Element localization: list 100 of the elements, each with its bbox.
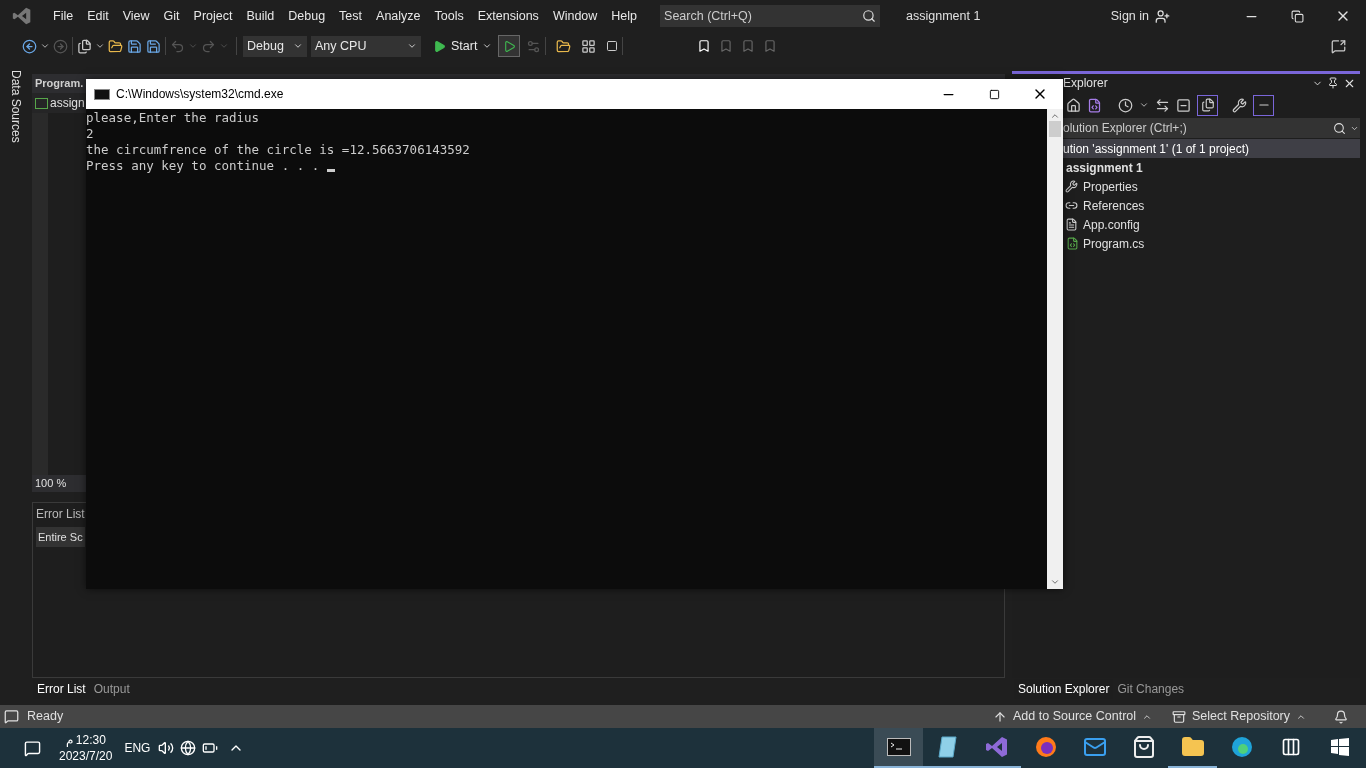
scope-dropdown[interactable]: Entire Sc — [36, 527, 85, 547]
edge-icon — [1229, 735, 1254, 759]
clock-date: 2023/7/20 — [59, 748, 113, 764]
source-control-button[interactable]: Add to Source Control — [993, 707, 1153, 726]
menu-item[interactable]: Edit — [80, 6, 116, 26]
account-icon — [1155, 8, 1170, 24]
notification-icon — [4, 709, 19, 724]
bell-icon[interactable] — [1334, 709, 1348, 724]
task-view-icon — [1280, 737, 1301, 757]
console-line: 2 — [86, 126, 94, 142]
solution-name: assignment 1 — [906, 7, 981, 25]
console-icon — [94, 88, 110, 100]
panel-tab[interactable]: Output — [89, 679, 134, 699]
battery-icon[interactable] — [202, 740, 219, 756]
side-tab[interactable]: Data Sources — [7, 70, 25, 143]
dropdown-caret-icon — [188, 41, 198, 51]
save-all-icon[interactable] — [146, 38, 161, 54]
show-all-files-icon[interactable] — [1197, 94, 1218, 116]
language-indicator[interactable]: ENG — [124, 739, 151, 757]
menu-item[interactable]: Tools — [427, 6, 471, 26]
scroll-up-icon[interactable] — [1050, 111, 1060, 121]
mail-icon — [1082, 735, 1107, 759]
menu-item[interactable]: View — [115, 6, 157, 26]
notepad-icon — [936, 735, 959, 759]
open-folder-icon[interactable] — [108, 38, 123, 54]
back-icon[interactable] — [22, 38, 37, 54]
start-button[interactable]: Start — [429, 36, 497, 56]
store-icon — [1131, 735, 1156, 759]
start-without-debugging-icon[interactable] — [498, 35, 521, 57]
switch-views-icon[interactable] — [1087, 97, 1102, 113]
folder-search-icon[interactable] — [556, 38, 572, 54]
platform-dropdown[interactable]: Any CPU — [311, 35, 421, 57]
sign-in-button[interactable]: Sign in — [1110, 6, 1149, 26]
dropdown-caret-icon[interactable] — [1139, 100, 1149, 110]
new-project-icon[interactable] — [77, 38, 92, 54]
windows-start-icon — [1330, 738, 1349, 756]
tree-item[interactable]: ution 'assignment 1' (1 of 1 project) — [1063, 139, 1360, 158]
menu-item[interactable]: Build — [239, 6, 282, 26]
wrench-icon — [1063, 180, 1079, 193]
window-layout-icon[interactable] — [581, 38, 597, 54]
menu-item[interactable]: Test — [332, 6, 370, 26]
notification-icon[interactable] — [24, 739, 41, 757]
menu-item[interactable]: Project — [186, 6, 240, 26]
menu-item[interactable]: Help — [604, 6, 645, 26]
scrollbar-thumb[interactable] — [1049, 121, 1061, 137]
panel-title: Error List — [35, 506, 86, 523]
collapse-all-icon[interactable] — [1176, 97, 1191, 113]
dropdown-caret-icon — [40, 41, 50, 51]
configuration-dropdown[interactable]: Debug — [243, 35, 307, 57]
save-icon[interactable] — [127, 38, 142, 54]
bookmark-icon[interactable] — [697, 39, 712, 53]
wrench-icon[interactable] — [1232, 97, 1247, 113]
caret-icon — [482, 41, 493, 51]
tree-item[interactable]: App.config — [1063, 215, 1360, 234]
search-icon[interactable] — [858, 5, 881, 27]
console-line: the circumfrence of the circle is =12.5663706143592 — [86, 142, 470, 158]
zoom-level[interactable]: 100 % — [32, 475, 70, 492]
visual-studio-logo — [11, 6, 33, 26]
visual-studio-icon — [984, 735, 1009, 759]
status-text: Ready — [27, 708, 64, 726]
history-icon[interactable] — [1118, 97, 1133, 113]
repository-button[interactable]: Select Repository — [1172, 707, 1306, 726]
caret-icon — [407, 41, 417, 51]
dropdown-caret-icon — [219, 41, 229, 51]
window-title: C:\Windows\system32\cmd.exe — [116, 86, 284, 103]
search-field[interactable]: Search (Ctrl+Q) — [660, 5, 859, 27]
project-dropdown[interactable]: assign — [35, 94, 85, 112]
terminal-icon — [886, 738, 911, 756]
menu-item[interactable]: Window — [545, 6, 605, 26]
folder-icon — [1180, 735, 1205, 759]
editor-tab[interactable]: Program. — [32, 75, 84, 92]
tree-item[interactable]: References — [1063, 196, 1360, 215]
tree-item[interactable]: Program.cs — [1063, 234, 1360, 253]
menu-item[interactable]: Analyze — [369, 6, 428, 26]
menu-item[interactable]: Extensions — [470, 6, 546, 26]
tree-item[interactable]: assignment 1 — [1063, 158, 1360, 177]
caret-icon — [293, 41, 303, 51]
dropdown-caret-icon — [95, 41, 105, 51]
menu-item[interactable]: Debug — [281, 6, 333, 26]
console-line: Press any key to continue . . . — [86, 158, 321, 174]
clock-time: 12:30 م — [65, 732, 106, 748]
repository-icon — [1172, 709, 1187, 724]
pin-icon[interactable] — [1327, 77, 1339, 89]
panel-tab[interactable]: Git Changes — [1113, 679, 1189, 699]
scroll-down-icon[interactable] — [1050, 577, 1060, 587]
panel-title: Explorer — [1063, 75, 1108, 92]
firefox-icon — [1033, 735, 1058, 759]
menu-item[interactable]: Git — [156, 6, 187, 26]
menu-item[interactable]: File — [46, 6, 81, 26]
home-icon[interactable] — [1066, 97, 1081, 113]
taskbar-app[interactable] — [874, 728, 923, 768]
volume-icon[interactable] — [158, 740, 175, 756]
tree-item[interactable]: Properties — [1063, 177, 1360, 196]
network-icon[interactable] — [180, 740, 197, 756]
arrow-up-icon — [993, 709, 1008, 724]
console-line: please,Enter the radius — [86, 110, 260, 126]
live-share-icon[interactable] — [1331, 38, 1346, 54]
search-field[interactable]: olution Explorer (Ctrl+;) — [1063, 118, 1330, 138]
sync-icon[interactable] — [1155, 97, 1170, 113]
scrollbar[interactable] — [1047, 109, 1063, 589]
